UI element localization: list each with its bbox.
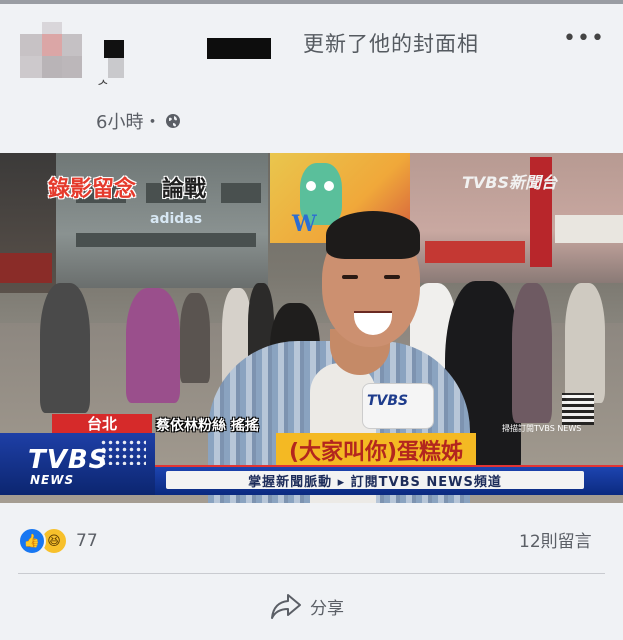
- more-options-icon[interactable]: •••: [563, 26, 605, 51]
- overlay-title-secondary: 論戰: [162, 177, 207, 202]
- interviewee-hair: [326, 211, 420, 259]
- billboard-letter: W: [292, 211, 317, 237]
- share-button[interactable]: 分享: [270, 592, 344, 620]
- timestamp-text: 6小時・: [96, 112, 162, 133]
- pedestrian: [512, 283, 552, 423]
- like-icon: 👍: [18, 527, 46, 555]
- reaction-count: 77: [76, 531, 98, 551]
- caption: (大家叫你)蛋糕姊: [288, 440, 464, 465]
- qr-label: 掃描訂閱TVBS NEWS: [502, 424, 582, 433]
- post-timestamp[interactable]: 6小時・: [96, 108, 181, 134]
- source-credit: 蔡依林粉絲 搖搖: [156, 418, 259, 434]
- microphone-logo: TVBS: [367, 393, 409, 409]
- qr-code: [562, 393, 594, 425]
- pedestrian: [180, 293, 210, 383]
- reactions-summary[interactable]: 👍 😆 77: [18, 527, 98, 555]
- watermark: TVBS新聞台: [462, 173, 558, 192]
- share-label: 分享: [310, 598, 344, 619]
- overlay-title: 錄影留念: [48, 177, 137, 202]
- awning: [425, 241, 525, 263]
- location-tag: 台北: [52, 414, 152, 434]
- author-name-fragment: ᄼ: [97, 79, 110, 95]
- cover-photo[interactable]: adidas W TVBS新聞台 錄影留念 論戰 TVBS 掃描訂閱TVBS N…: [0, 153, 623, 503]
- comment-count[interactable]: 12則留言: [519, 527, 592, 552]
- storefront: [0, 253, 52, 283]
- redacted-name-block: [108, 58, 124, 78]
- interviewee-eye: [342, 275, 358, 279]
- pedestrian: [40, 283, 90, 413]
- post-action-text: 更新了他的封面相: [303, 32, 479, 56]
- tvbs-logo-news: NEWS: [30, 473, 75, 487]
- ticker-text: 掌握新聞脈動 ▸ 訂閱TVBS NEWS頻道: [248, 474, 502, 490]
- tvbs-logo: TVBS: [28, 445, 109, 475]
- interviewee-eye: [384, 275, 400, 279]
- caption-box: (大家叫你)蛋糕姊: [276, 433, 476, 467]
- logo-dots: [100, 439, 146, 465]
- storefront-sign: adidas: [150, 211, 203, 227]
- pedestrian: [565, 283, 605, 403]
- redacted-name-block: [207, 38, 271, 59]
- ticker: 掌握新聞脈動 ▸ 訂閱TVBS NEWS頻道: [166, 471, 584, 490]
- canopy: [555, 215, 623, 243]
- globe-icon: [166, 114, 181, 128]
- avatar[interactable]: [20, 22, 84, 80]
- pedestrian: [126, 288, 180, 403]
- redacted-name-block: [104, 40, 124, 58]
- divider: [18, 573, 605, 574]
- share-icon: [271, 594, 301, 619]
- ticker-accent: [155, 465, 623, 467]
